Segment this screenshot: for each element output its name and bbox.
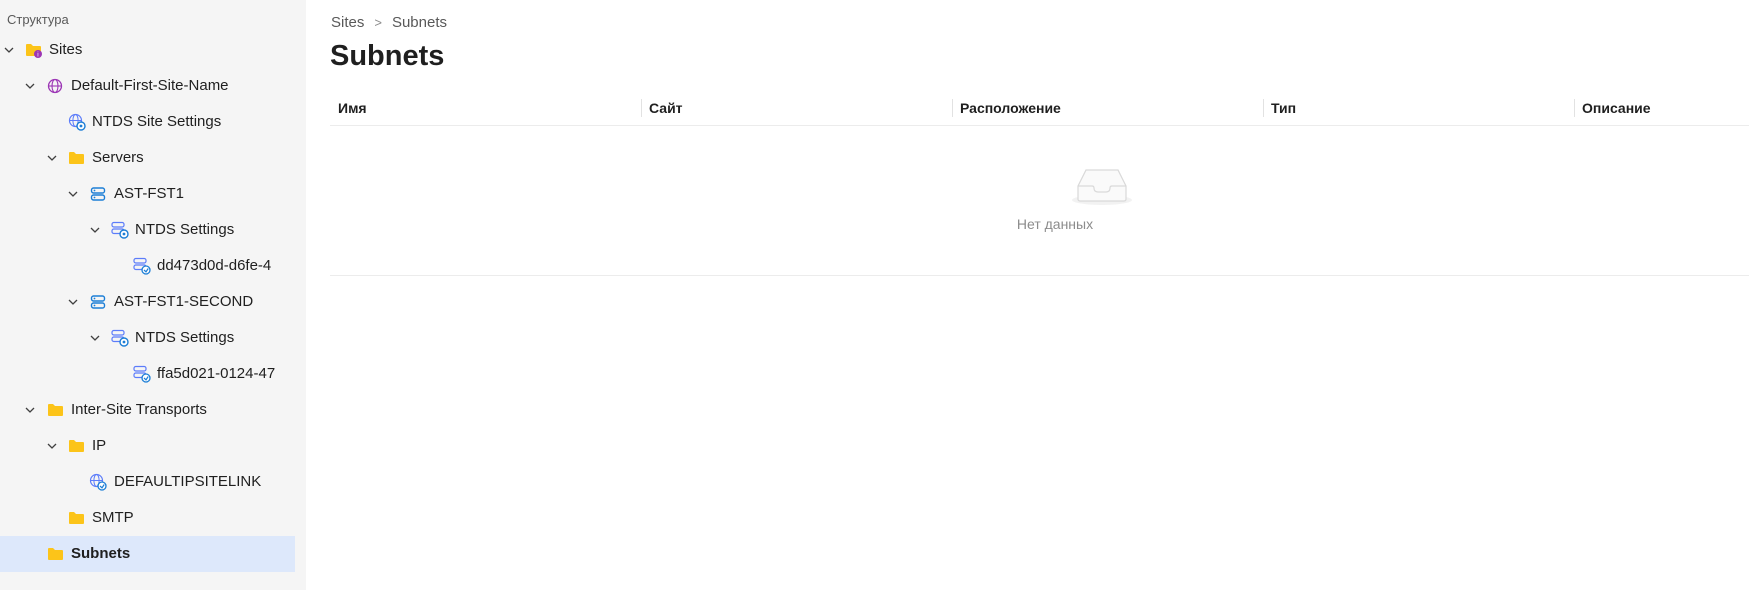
tree-item-label: Subnets bbox=[71, 545, 131, 562]
column-divider[interactable] bbox=[641, 99, 642, 117]
column-divider[interactable] bbox=[1263, 99, 1264, 117]
column-header-label: Описание bbox=[1582, 100, 1651, 116]
tree-item-label: Sites bbox=[49, 41, 83, 58]
folder-icon bbox=[67, 437, 85, 455]
tree-item-ntds-settings[interactable]: NTDS Settings bbox=[0, 320, 295, 356]
tree-item-label: dd473d0d-d6fe-4 bbox=[157, 257, 272, 274]
tree-view: i Sites Default-First-Site-Name NTDS Sit… bbox=[0, 32, 295, 572]
tree-item-ast-fst1-second[interactable]: AST-FST1-SECOND bbox=[0, 284, 295, 320]
tree-item-label: NTDS Settings bbox=[135, 329, 235, 346]
breadcrumb-item-sites[interactable]: Sites bbox=[331, 14, 364, 31]
subnets-table: Имя Сайт Расположение Тип Описание Нет д… bbox=[330, 90, 1749, 276]
tree-item-connection-1[interactable]: dd473d0d-d6fe-4 bbox=[0, 248, 295, 284]
tree-item-label: IP bbox=[92, 437, 107, 454]
server-settings-icon bbox=[111, 221, 129, 239]
chevron-down-icon[interactable] bbox=[44, 438, 60, 454]
tree-item-label: AST-FST1-SECOND bbox=[114, 293, 254, 310]
breadcrumb-separator: > bbox=[374, 15, 382, 30]
page-title: Subnets bbox=[330, 40, 445, 72]
tree-item-ip[interactable]: IP bbox=[0, 428, 295, 464]
column-divider[interactable] bbox=[1574, 99, 1575, 117]
connection-icon bbox=[133, 257, 151, 275]
tree-item-smtp[interactable]: SMTP bbox=[0, 500, 295, 536]
globe-settings-icon bbox=[68, 113, 86, 131]
chevron-down-icon[interactable] bbox=[87, 222, 103, 238]
tree-item-ast-fst1[interactable]: AST-FST1 bbox=[0, 176, 295, 212]
chevron-down-icon[interactable] bbox=[44, 150, 60, 166]
tree-item-ntds-site-settings[interactable]: NTDS Site Settings bbox=[0, 104, 295, 140]
folder-icon bbox=[67, 509, 85, 527]
tree-item-label: DEFAULTIPSITELINK bbox=[114, 473, 262, 490]
chevron-down-icon[interactable] bbox=[65, 294, 81, 310]
column-header-label: Тип bbox=[1271, 100, 1297, 116]
tree-item-ntds-settings[interactable]: NTDS Settings bbox=[0, 212, 295, 248]
table-empty-state: Нет данных bbox=[330, 126, 1749, 276]
tree-item-label: ffa5d021-0124-47 bbox=[157, 365, 276, 382]
column-header-location[interactable]: Расположение bbox=[952, 90, 1263, 125]
tree-item-sites[interactable]: i Sites bbox=[0, 32, 295, 68]
empty-state-text: Нет данных bbox=[1016, 216, 1094, 232]
chevron-down-icon[interactable] bbox=[65, 186, 81, 202]
server-settings-icon bbox=[111, 329, 129, 347]
server-icon bbox=[89, 185, 107, 203]
globe-icon bbox=[46, 77, 64, 95]
sidebar: Структура i Sites Default-First-Site-Nam… bbox=[0, 0, 306, 590]
column-header-description[interactable]: Описание bbox=[1574, 90, 1749, 125]
tree-item-label: AST-FST1 bbox=[114, 185, 185, 202]
breadcrumb: Sites > Subnets bbox=[331, 14, 447, 31]
chevron-down-icon[interactable] bbox=[87, 330, 103, 346]
tree-item-connection-2[interactable]: ffa5d021-0124-47 bbox=[0, 356, 295, 392]
server-icon bbox=[89, 293, 107, 311]
sites-folder-icon: i bbox=[25, 41, 43, 59]
tree-item-defaultipsitelink[interactable]: DEFAULTIPSITELINK bbox=[0, 464, 295, 500]
tree-item-label: NTDS Site Settings bbox=[92, 113, 222, 130]
tree-item-label: NTDS Settings bbox=[135, 221, 235, 238]
tree-item-label: Inter-Site Transports bbox=[71, 401, 207, 418]
chevron-down-icon[interactable] bbox=[22, 78, 38, 94]
tree-item-subnets[interactable]: Subnets bbox=[0, 536, 295, 572]
tree-item-label: SMTP bbox=[92, 509, 134, 526]
tree-item-servers[interactable]: Servers bbox=[0, 140, 295, 176]
site-link-icon bbox=[89, 473, 107, 491]
chevron-down-icon[interactable] bbox=[1, 42, 17, 58]
folder-icon bbox=[46, 545, 64, 563]
folder-icon bbox=[46, 401, 64, 419]
breadcrumb-item-subnets: Subnets bbox=[391, 14, 447, 31]
column-header-label: Имя bbox=[338, 100, 367, 116]
tree-item-label: Default-First-Site-Name bbox=[71, 77, 229, 94]
chevron-down-icon[interactable] bbox=[22, 402, 38, 418]
tree-item-inter-site-transports[interactable]: Inter-Site Transports bbox=[0, 392, 295, 428]
table-header: Имя Сайт Расположение Тип Описание bbox=[330, 90, 1749, 126]
empty-inbox-icon bbox=[1072, 169, 1132, 205]
column-header-site[interactable]: Сайт bbox=[641, 90, 952, 125]
column-divider[interactable] bbox=[952, 99, 953, 117]
column-header-type[interactable]: Тип bbox=[1263, 90, 1574, 125]
sidebar-title: Структура bbox=[7, 12, 69, 27]
tree-item-default-first-site-name[interactable]: Default-First-Site-Name bbox=[0, 68, 295, 104]
column-header-label: Расположение bbox=[960, 100, 1061, 116]
connection-icon bbox=[133, 365, 151, 383]
folder-icon bbox=[67, 149, 85, 167]
tree-item-label: Servers bbox=[92, 149, 144, 166]
column-header-label: Сайт bbox=[649, 100, 683, 116]
column-header-name[interactable]: Имя bbox=[330, 90, 641, 125]
main-content: Sites > Subnets Subnets Имя Сайт Располо… bbox=[306, 0, 1749, 590]
